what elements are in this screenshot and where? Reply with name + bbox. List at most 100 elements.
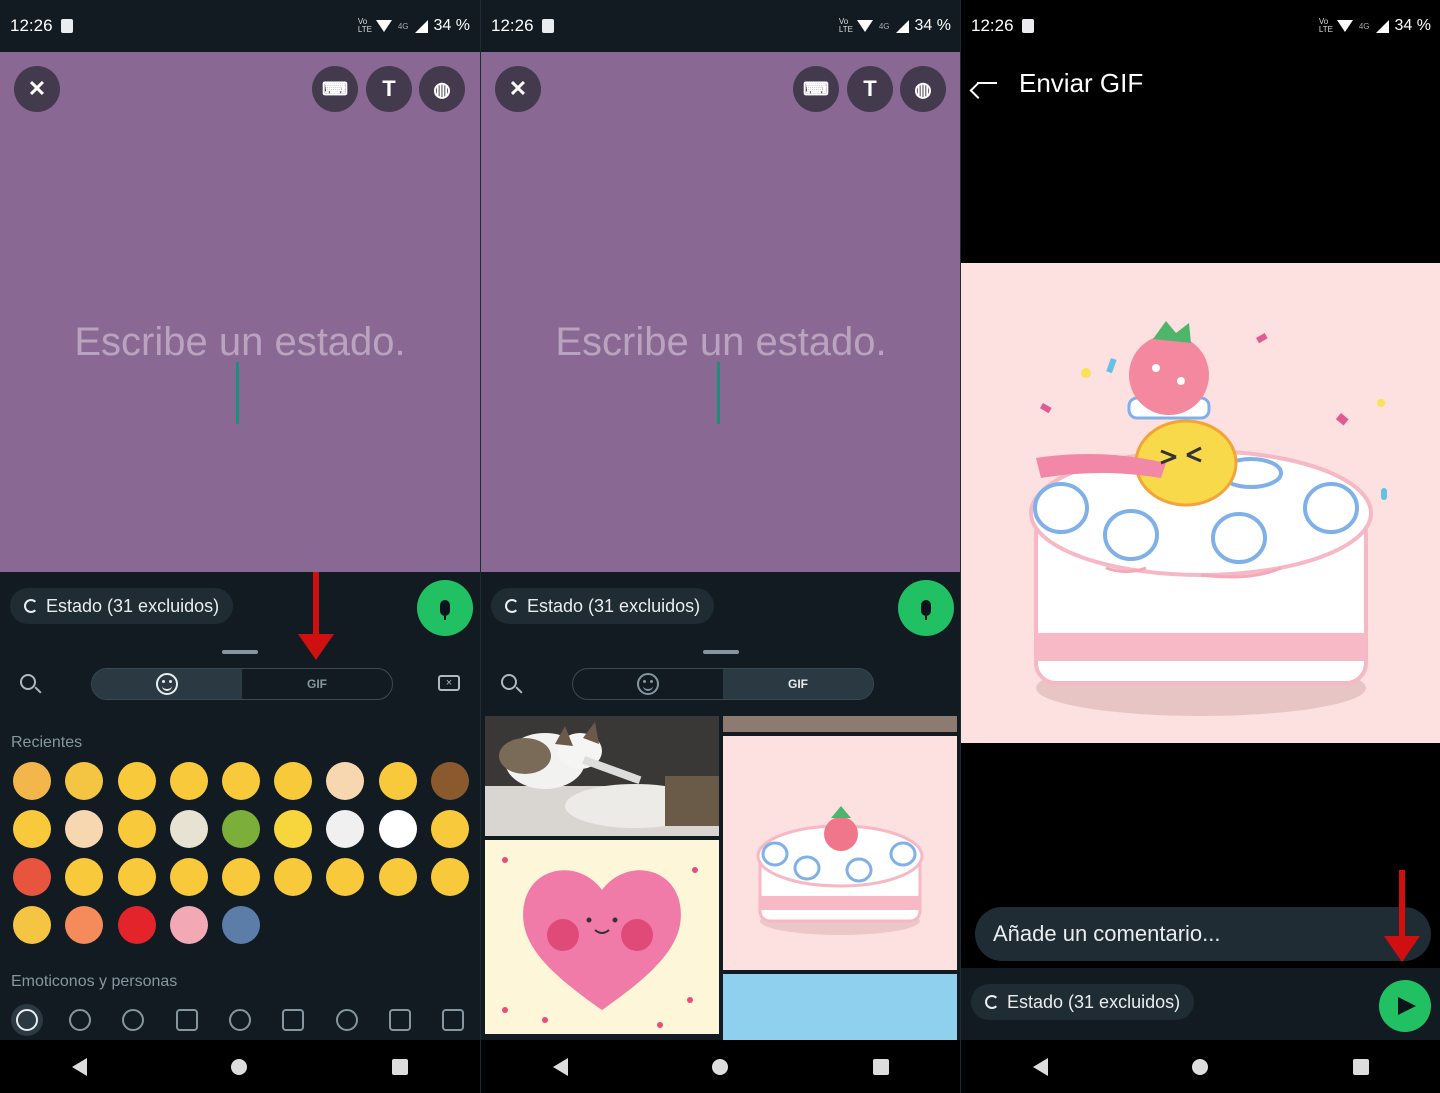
symbols-icon[interactable] — [388, 1009, 411, 1031]
status-canvas[interactable]: ✕ ⌨ T ◍ Escribe un estado. — [0, 52, 480, 572]
clock-icon[interactable] — [15, 1009, 38, 1031]
send-button[interactable] — [1379, 980, 1431, 1032]
comment-input[interactable]: Añade un comentario... — [975, 907, 1431, 961]
tab-emoji[interactable] — [573, 669, 723, 699]
banana-icon[interactable] — [274, 810, 313, 848]
status-text-input[interactable]: Escribe un estado. — [481, 320, 960, 365]
keyboard-icon[interactable]: ⌨ — [312, 66, 358, 112]
tab-gif[interactable]: GIF — [723, 669, 873, 699]
sports-icon[interactable] — [228, 1009, 251, 1031]
nav-home-icon[interactable] — [231, 1058, 248, 1075]
thumbs-up-light-icon[interactable] — [326, 762, 365, 800]
picker-tabs: GIF — [572, 668, 874, 700]
keyboard-icon[interactable]: ⌨ — [793, 66, 839, 112]
notification-icon — [1021, 19, 1034, 33]
food-icon[interactable] — [175, 1009, 198, 1031]
drag-handle[interactable] — [703, 650, 739, 654]
nav-bar — [481, 1040, 960, 1093]
nav-home-icon[interactable] — [712, 1058, 729, 1075]
palette-icon[interactable]: ◍ — [900, 66, 946, 112]
old-man-icon[interactable] — [169, 810, 208, 848]
nav-back-icon[interactable] — [1033, 1057, 1049, 1076]
nav-recents-icon[interactable] — [1352, 1058, 1369, 1075]
gif-cake-thumbnail[interactable] — [723, 736, 957, 970]
status-canvas[interactable]: ✕ ⌨ T ◍ Escribe un estado. — [481, 52, 960, 572]
relieved-icon[interactable] — [169, 858, 208, 896]
clown-icon[interactable] — [378, 810, 417, 848]
sad-relieved-icon[interactable] — [221, 762, 260, 800]
relieved-2-icon[interactable] — [378, 858, 417, 896]
partying-icon[interactable] — [221, 858, 260, 896]
red-heart-icon[interactable] — [117, 906, 156, 944]
close-button[interactable]: ✕ — [495, 66, 541, 112]
tab-emoji[interactable] — [92, 669, 242, 699]
thumbs-down-icon[interactable] — [13, 906, 52, 944]
nav-bar — [961, 1040, 1440, 1093]
text-style-button[interactable]: T — [847, 66, 893, 112]
wifi-icon — [1336, 20, 1353, 32]
status-text-input[interactable]: Escribe un estado. — [0, 320, 480, 365]
flag-icon[interactable] — [442, 1009, 465, 1031]
send-icon — [1398, 997, 1416, 1015]
smiley-icon — [637, 673, 659, 695]
gif-heart-thumbnail[interactable] — [485, 840, 719, 1034]
nav-back-icon[interactable] — [72, 1057, 88, 1076]
disappointed-icon[interactable] — [430, 810, 469, 848]
mic-button[interactable] — [417, 580, 473, 636]
technologist-icon[interactable] — [221, 906, 260, 944]
skull-crossbones-icon[interactable] — [326, 810, 365, 848]
nav-back-icon[interactable] — [553, 1057, 569, 1076]
search-icon[interactable] — [501, 674, 517, 690]
audience-chip[interactable]: Estado (31 excluidos) — [491, 588, 715, 624]
nav-recents-icon[interactable] — [391, 1058, 408, 1075]
search-icon[interactable] — [20, 674, 36, 690]
raised-hands-icon[interactable] — [430, 762, 469, 800]
nav-home-icon[interactable] — [1192, 1058, 1209, 1075]
brain-icon[interactable] — [169, 906, 208, 944]
turtle-icon[interactable] — [221, 810, 260, 848]
animals-icon[interactable] — [122, 1009, 145, 1031]
red-arrow-annotation — [298, 572, 334, 660]
smiley-category-icon[interactable] — [68, 1009, 91, 1031]
wifi-icon — [375, 20, 392, 32]
volte-icon: Vo LTE — [838, 17, 853, 34]
upside-down-icon[interactable] — [13, 810, 52, 848]
back-arrow-icon[interactable] — [977, 82, 997, 84]
thumbs-up-icon[interactable] — [65, 762, 104, 800]
status-time: 12:26 — [10, 16, 53, 35]
mic-button[interactable] — [898, 580, 954, 636]
rolling-laughing-icon[interactable] — [274, 762, 313, 800]
hand-over-mouth-icon[interactable] — [378, 762, 417, 800]
open-mouth-icon[interactable] — [117, 858, 156, 896]
tab-gif[interactable]: GIF — [242, 669, 392, 699]
nav-recents-icon[interactable] — [872, 1058, 889, 1075]
joy-icon[interactable] — [117, 810, 156, 848]
notification-icon — [541, 19, 554, 33]
peach-icon[interactable] — [65, 906, 104, 944]
backspace-icon[interactable]: × — [438, 675, 460, 691]
car-icon[interactable] — [282, 1009, 305, 1031]
gif-cat-thumbnail[interactable] — [485, 716, 719, 836]
raised-eyebrow-icon[interactable] — [430, 858, 469, 896]
close-button[interactable]: ✕ — [14, 66, 60, 112]
text-style-button[interactable]: T — [366, 66, 412, 112]
palette-icon[interactable]: ◍ — [419, 66, 465, 112]
grin-sweat-icon[interactable] — [117, 762, 156, 800]
signal-icon — [895, 19, 909, 33]
drag-handle[interactable] — [222, 650, 258, 654]
network-type: 4G — [878, 21, 890, 31]
signal-icon — [414, 19, 428, 33]
handshake-icon[interactable] — [13, 762, 52, 800]
hot-face-icon[interactable] — [13, 858, 52, 896]
smiling-hearts-icon[interactable] — [326, 858, 365, 896]
privacy-icon — [24, 599, 38, 613]
gif-partial-thumbnail[interactable] — [723, 716, 957, 732]
tongue-out-icon[interactable] — [169, 762, 208, 800]
audience-chip[interactable]: Estado (31 excluidos) — [971, 984, 1195, 1020]
slight-smile-icon[interactable] — [274, 858, 313, 896]
audience-chip[interactable]: Estado (31 excluidos) — [10, 588, 234, 624]
lightbulb-icon[interactable] — [335, 1009, 358, 1031]
gif-blue-thumbnail[interactable] — [723, 974, 957, 1040]
blush-icon[interactable] — [65, 858, 104, 896]
pray-icon[interactable] — [65, 810, 104, 848]
